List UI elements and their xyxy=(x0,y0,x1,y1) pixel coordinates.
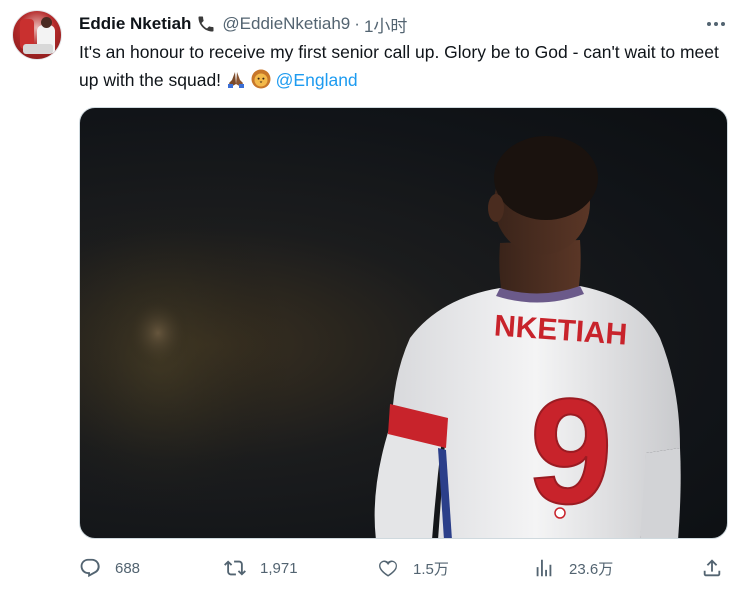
lion-face-icon xyxy=(251,69,271,89)
phone-icon xyxy=(196,14,216,34)
reply-icon xyxy=(80,558,100,578)
tweet-photo[interactable]: NKETIAH 9 xyxy=(79,107,728,539)
views-count: 23.6万 xyxy=(569,560,614,578)
timestamp[interactable]: 1小时 xyxy=(364,12,407,37)
views-icon xyxy=(536,559,552,577)
user-handle[interactable]: @EddieNketiah9 xyxy=(222,14,350,34)
retweet-icon xyxy=(224,560,246,576)
like-icon xyxy=(379,560,397,577)
share-icon xyxy=(703,559,721,577)
retweet-count: 1,971 xyxy=(260,559,298,577)
like-count: 1.5万 xyxy=(413,560,449,578)
tweet-header: Eddie Nketiah @EddieNketiah9 · 1小时 xyxy=(79,12,407,37)
display-name[interactable]: Eddie Nketiah xyxy=(79,14,191,34)
avatar[interactable] xyxy=(12,10,62,60)
tweet-text: It's an honour to receive my first senio… xyxy=(79,38,729,94)
folded-hands-icon xyxy=(226,69,246,89)
like-button[interactable]: 1.5万 xyxy=(377,553,449,583)
reply-count: 688 xyxy=(115,559,141,577)
action-bar: 688 1,971 1.5万 23.6万 xyxy=(79,553,729,583)
more-icon[interactable] xyxy=(704,12,728,36)
share-button[interactable] xyxy=(701,553,723,583)
jersey-number: 9 xyxy=(525,365,617,537)
england-mention-link[interactable]: @England xyxy=(276,70,358,90)
views-button[interactable]: 23.6万 xyxy=(533,553,613,583)
separator-dot: · xyxy=(354,14,360,33)
tweet-text-main: It's an honour to receive my first senio… xyxy=(79,42,719,90)
retweet-button[interactable]: 1,971 xyxy=(224,553,298,583)
reply-button[interactable]: 688 xyxy=(79,553,140,583)
